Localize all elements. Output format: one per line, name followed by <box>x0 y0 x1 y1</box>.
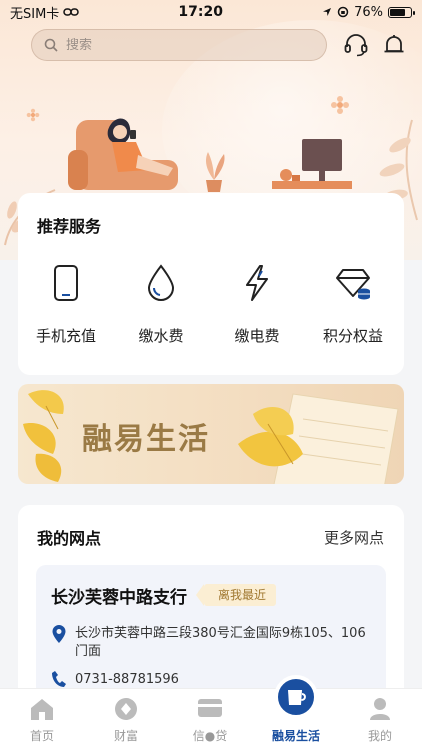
service-points-rights[interactable]: 积分权益 <box>308 263 398 346</box>
search-input[interactable] <box>66 37 286 53</box>
battery-icon <box>387 6 415 18</box>
tab-label: 我的 <box>367 729 392 743</box>
customer-service-icon[interactable] <box>343 32 369 58</box>
link-icon <box>63 8 80 16</box>
branch-address-row: 长沙市芙蓉中路三段380号汇金国际9栋105、106门面 <box>51 625 371 661</box>
tab-label: 融易生活 <box>271 729 320 743</box>
search-icon <box>44 38 58 52</box>
ginkgo-leaves-left-decoration <box>23 390 64 482</box>
person-icon <box>370 698 390 720</box>
nearest-badge: 离我最近 <box>195 584 277 606</box>
status-time: 17:20 <box>178 4 223 20</box>
notepad-ginkgo-decoration <box>238 393 399 484</box>
service-label: 缴电费 <box>234 327 280 345</box>
rongyi-life-banner[interactable]: 融易生活 <box>18 384 404 484</box>
service-label: 缴水费 <box>138 327 184 345</box>
service-label: 积分权益 <box>322 327 383 345</box>
card-icon <box>198 699 222 717</box>
my-branches-card: 我的网点 更多网点 长沙芙蓉中路支行 离我最近 长沙市芙蓉中路三段380号汇金国… <box>18 505 404 705</box>
search-bar[interactable] <box>31 29 327 61</box>
service-electricity-bill[interactable]: 缴电费 <box>212 263 302 346</box>
nearest-branch-item[interactable]: 长沙芙蓉中路支行 离我最近 长沙市芙蓉中路三段380号汇金国际9栋105、106… <box>36 565 386 705</box>
carrier-group: 无SIM卡 <box>10 3 80 22</box>
flower-decoration <box>26 108 40 122</box>
tab-mine[interactable]: 我的 <box>338 689 422 750</box>
battery-percent: 76% <box>354 4 383 20</box>
tab-active-bubble <box>274 675 318 719</box>
rotation-lock-icon <box>337 6 349 18</box>
tab-label: 信●贷 <box>192 729 228 743</box>
water-drop-icon <box>147 264 175 301</box>
diamond-coins-icon <box>336 269 370 300</box>
tab-credit-loan[interactable]: 信●贷 <box>168 689 252 750</box>
tab-home[interactable]: 首页 <box>0 689 84 750</box>
banner-title: 融易生活 <box>82 422 210 457</box>
bottom-tab-bar: 首页 财富 信●贷 融易生活 我的 <box>0 675 422 750</box>
home-icon <box>31 699 53 720</box>
flower-decoration <box>331 96 349 114</box>
carrier-label: 无SIM卡 <box>10 6 60 22</box>
tab-label: 财富 <box>113 729 138 743</box>
woman-in-armchair-illustration <box>68 118 178 190</box>
cup-icon <box>288 690 306 705</box>
tab-label: 首页 <box>29 729 54 743</box>
service-label: 手机充值 <box>35 327 96 345</box>
tab-wealth[interactable]: 财富 <box>84 689 168 750</box>
branch-address: 长沙市芙蓉中路三段380号汇金国际9栋105、106门面 <box>75 626 366 659</box>
service-mobile-topup[interactable]: 手机充值 <box>21 263 111 346</box>
status-right-group: 76% <box>322 4 415 20</box>
tab-rongyi-life[interactable]: 融易生活 <box>254 675 338 750</box>
phone-call-icon <box>52 671 66 687</box>
branch-name: 长沙芙蓉中路支行 <box>51 588 187 608</box>
more-branches-link[interactable]: 更多网点 <box>324 527 384 548</box>
lightning-icon <box>246 265 268 301</box>
location-pin-icon <box>52 625 66 643</box>
wealth-icon <box>115 698 137 720</box>
plant-illustration <box>206 152 225 192</box>
branch-phone[interactable]: 0731-88781596 <box>75 672 179 687</box>
service-water-bill[interactable]: 缴水费 <box>116 263 206 346</box>
services-title: 推荐服务 <box>37 217 102 236</box>
branch-phone-row[interactable]: 0731-88781596 <box>51 670 179 688</box>
location-arrow-icon <box>323 8 332 16</box>
recommended-services-card: 推荐服务 手机充值 缴水费 缴电费 积分权益 <box>18 193 404 375</box>
branches-title: 我的网点 <box>37 529 102 548</box>
status-bar: 无SIM卡 17:20 76% <box>0 0 422 24</box>
bell-icon[interactable] <box>381 32 407 58</box>
phone-icon <box>54 265 78 301</box>
desk-monitor-illustration <box>272 139 352 189</box>
